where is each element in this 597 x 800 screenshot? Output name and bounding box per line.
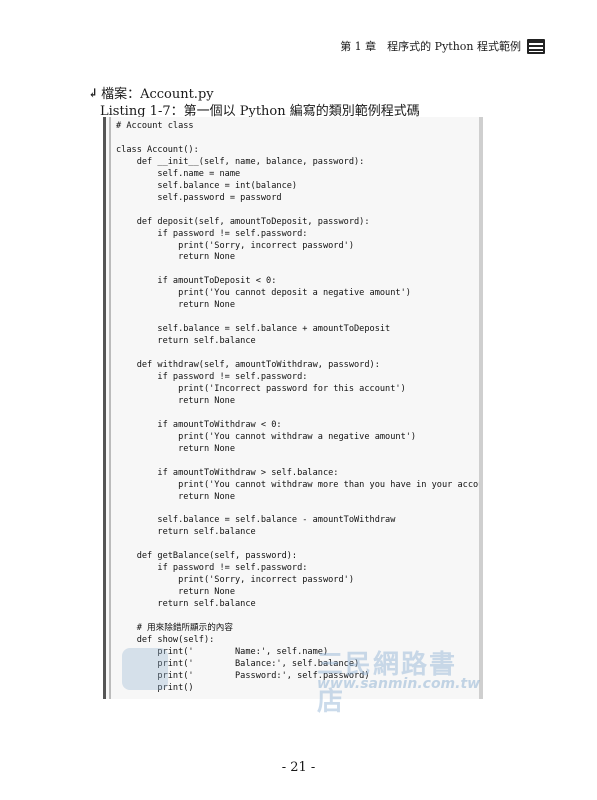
return-arrow-icon: ↲	[88, 85, 99, 100]
code-listing-box: # Account class class Account(): def __i…	[103, 117, 483, 699]
chapter-title: 第 1 章 程序式的 Python 程式範例	[340, 40, 521, 53]
page-number: - 21 -	[281, 760, 316, 775]
running-header: 第 1 章 程序式的 Python 程式範例	[340, 38, 545, 54]
code-listing: # Account class class Account(): def __i…	[116, 121, 483, 693]
book-icon	[527, 38, 545, 54]
